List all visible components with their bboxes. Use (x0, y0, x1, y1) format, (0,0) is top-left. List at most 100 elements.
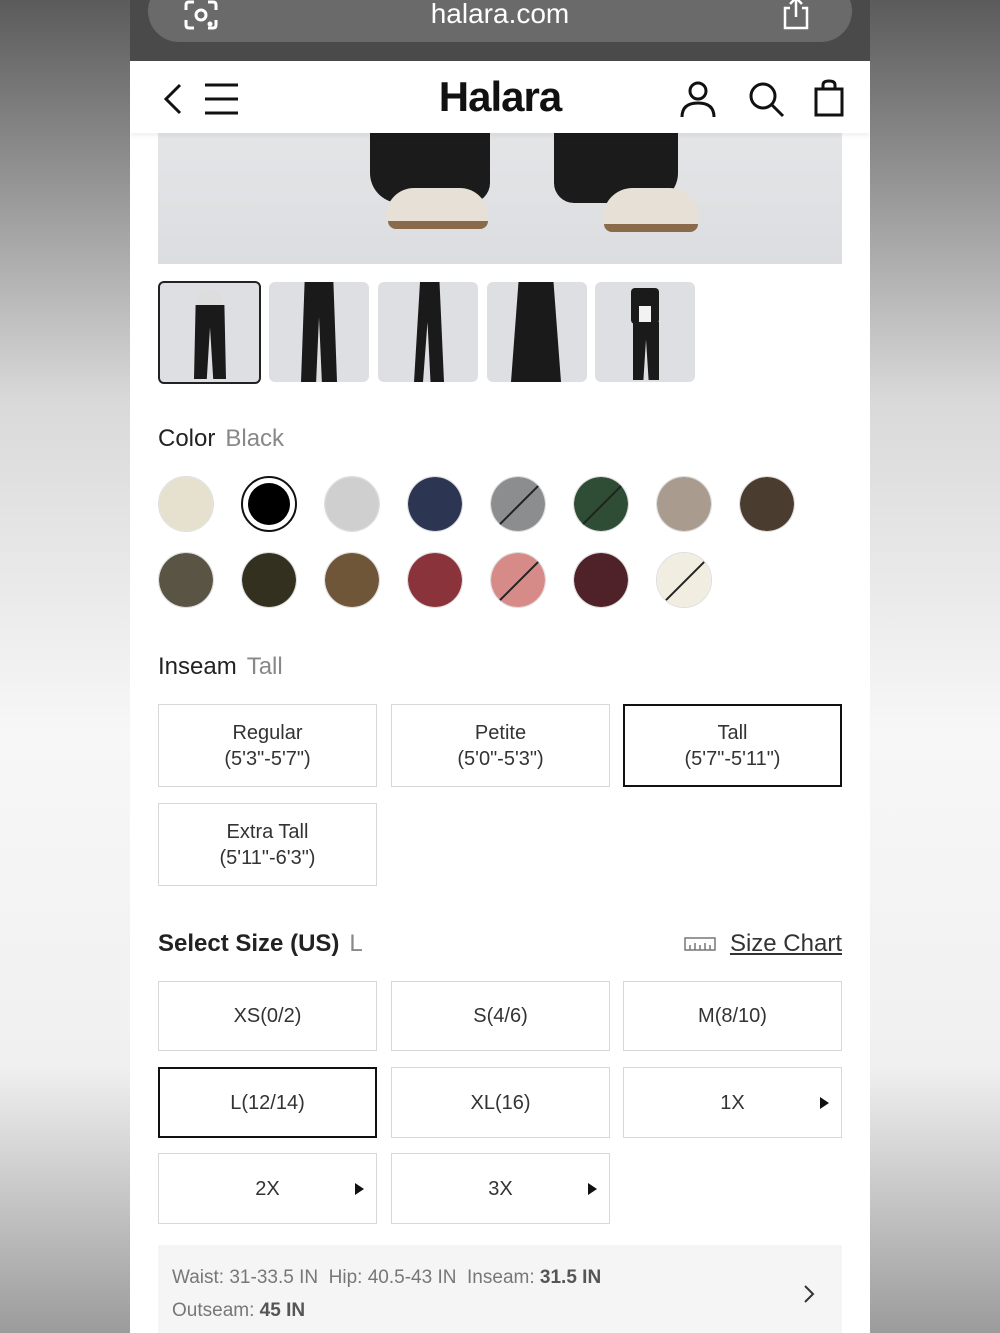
size-chart-link[interactable]: Size Chart (684, 930, 842, 958)
account-icon[interactable] (678, 79, 718, 119)
size-option-xs[interactable]: XS(0/2) (158, 981, 377, 1051)
waist-label: Waist: (172, 1267, 225, 1288)
chevron-right-icon[interactable] (802, 1283, 816, 1305)
size-option-label: 3X (488, 1177, 513, 1200)
size-option-label: XS(0/2) (233, 1005, 302, 1027)
thumbnail-2[interactable] (269, 282, 369, 382)
inseam-heading: Inseam Tall (158, 653, 283, 681)
inseam-option-range: (5'11"-6'3") (219, 846, 316, 869)
color-swatch[interactable] (573, 552, 629, 608)
inseam-option-range: (5'3"-5'7") (224, 747, 311, 770)
swatch-color (159, 553, 213, 607)
inseam-option-tall[interactable]: Tall (5'7"-5'11") (623, 704, 842, 787)
play-triangle-icon (588, 1182, 597, 1195)
swatch-color (574, 553, 628, 607)
color-swatch[interactable] (739, 476, 795, 532)
play-triangle-icon (820, 1096, 829, 1109)
product-main-image[interactable] (158, 133, 842, 264)
swatch-color (159, 477, 213, 531)
browser-bar: halara.com (130, 0, 870, 61)
swatch-color (325, 553, 379, 607)
phone-screen: halara.com Halara Color Black Inseam Tal… (130, 0, 870, 1333)
measurements-line-1: Waist: 31-33.5 IN Hip: 40.5-43 IN Inseam… (172, 1261, 828, 1294)
color-label: Color (158, 425, 216, 452)
size-chart-label: Size Chart (729, 930, 842, 957)
color-swatch[interactable] (573, 476, 629, 532)
inseam-option-range: (5'0"-5'3") (457, 747, 544, 770)
inseam-option-petite[interactable]: Petite (5'0"-5'3") (391, 704, 610, 787)
size-option-m[interactable]: M(8/10) (623, 981, 842, 1051)
inseam-measure-value: 31.5 IN (539, 1267, 602, 1288)
size-selected-value: L (349, 930, 363, 957)
size-label: Select Size (US) (158, 930, 340, 957)
size-option-label: 1X (720, 1091, 745, 1114)
thumbnail-4[interactable] (487, 282, 587, 382)
measurements-line-2: Outseam: 45 IN (172, 1294, 828, 1327)
size-measurements[interactable]: Waist: 31-33.5 IN Hip: 40.5-43 IN Inseam… (158, 1245, 842, 1333)
color-heading: Color Black (158, 425, 284, 453)
shoe-sole-right (604, 224, 698, 232)
color-swatch[interactable] (158, 476, 214, 532)
hip-value: 40.5-43 IN (367, 1267, 457, 1288)
size-option-3x[interactable]: 3X (391, 1153, 610, 1224)
search-icon[interactable] (746, 79, 786, 119)
play-triangle-icon (355, 1182, 364, 1195)
shoe-right (603, 188, 699, 228)
color-swatch[interactable] (656, 476, 712, 532)
swatch-color (325, 477, 379, 531)
size-option-label: S(4/6) (473, 1005, 528, 1027)
size-heading: Select Size (US) L (158, 930, 363, 958)
color-swatch[interactable] (324, 552, 380, 608)
address-bar[interactable]: halara.com (148, 0, 852, 42)
size-option-1x[interactable]: 1X (623, 1067, 842, 1138)
inseam-measure-label: Inseam: (467, 1267, 535, 1288)
size-option-label: L(12/14) (230, 1091, 305, 1114)
size-option-label: 2X (255, 1177, 280, 1200)
swatch-color (248, 483, 290, 525)
url-text[interactable]: halara.com (148, 0, 852, 30)
waist-value: 31-33.5 IN (229, 1267, 319, 1288)
outseam-value: 45 IN (259, 1300, 306, 1321)
color-swatch[interactable] (241, 552, 297, 608)
inseam-option-name: Tall (717, 721, 748, 744)
color-selected-value: Black (225, 425, 285, 452)
outseam-label: Outseam: (172, 1300, 255, 1321)
hip-label: Hip: (328, 1267, 363, 1288)
thumbnail-3[interactable] (378, 282, 478, 382)
thumbnail-1[interactable] (158, 281, 261, 384)
color-swatch[interactable] (407, 552, 463, 608)
color-swatch[interactable] (407, 476, 463, 532)
swatch-color (657, 477, 711, 531)
size-option-xl[interactable]: XL(16) (391, 1067, 610, 1138)
swatch-color (408, 553, 462, 607)
swatch-color (740, 477, 794, 531)
size-option-label: M(8/10) (698, 1005, 767, 1027)
inseam-option-name: Petite (474, 721, 527, 744)
inseam-option-extra-tall[interactable]: Extra Tall (5'11"-6'3") (158, 803, 377, 886)
inseam-label: Inseam (158, 653, 237, 680)
color-swatch[interactable] (490, 476, 546, 532)
shoe-sole-left (388, 221, 488, 229)
color-swatch[interactable] (324, 476, 380, 532)
color-swatch[interactable] (490, 552, 546, 608)
inseam-option-name: Regular (232, 721, 303, 744)
site-header: Halara (130, 61, 870, 133)
inseam-option-name: Extra Tall (226, 820, 309, 843)
color-swatch[interactable] (241, 476, 297, 532)
background-left (0, 0, 130, 1333)
color-swatch[interactable] (158, 552, 214, 608)
inseam-option-regular[interactable]: Regular (5'3"-5'7") (158, 704, 377, 787)
shopping-bag-icon[interactable] (810, 79, 850, 119)
size-option-s[interactable]: S(4/6) (391, 981, 610, 1051)
inseam-option-range: (5'7"-5'11") (684, 747, 781, 770)
share-icon[interactable] (780, 0, 812, 30)
swatch-color (408, 477, 462, 531)
size-option-l[interactable]: L(12/14) (158, 1067, 377, 1138)
thumbnail-5[interactable] (595, 282, 695, 382)
size-option-label: XL(16) (470, 1091, 531, 1114)
background-right (870, 0, 1000, 1333)
inseam-selected-value: Tall (246, 653, 283, 680)
ruler-icon (684, 937, 716, 951)
color-swatch[interactable] (656, 552, 712, 608)
size-option-2x[interactable]: 2X (158, 1153, 377, 1224)
